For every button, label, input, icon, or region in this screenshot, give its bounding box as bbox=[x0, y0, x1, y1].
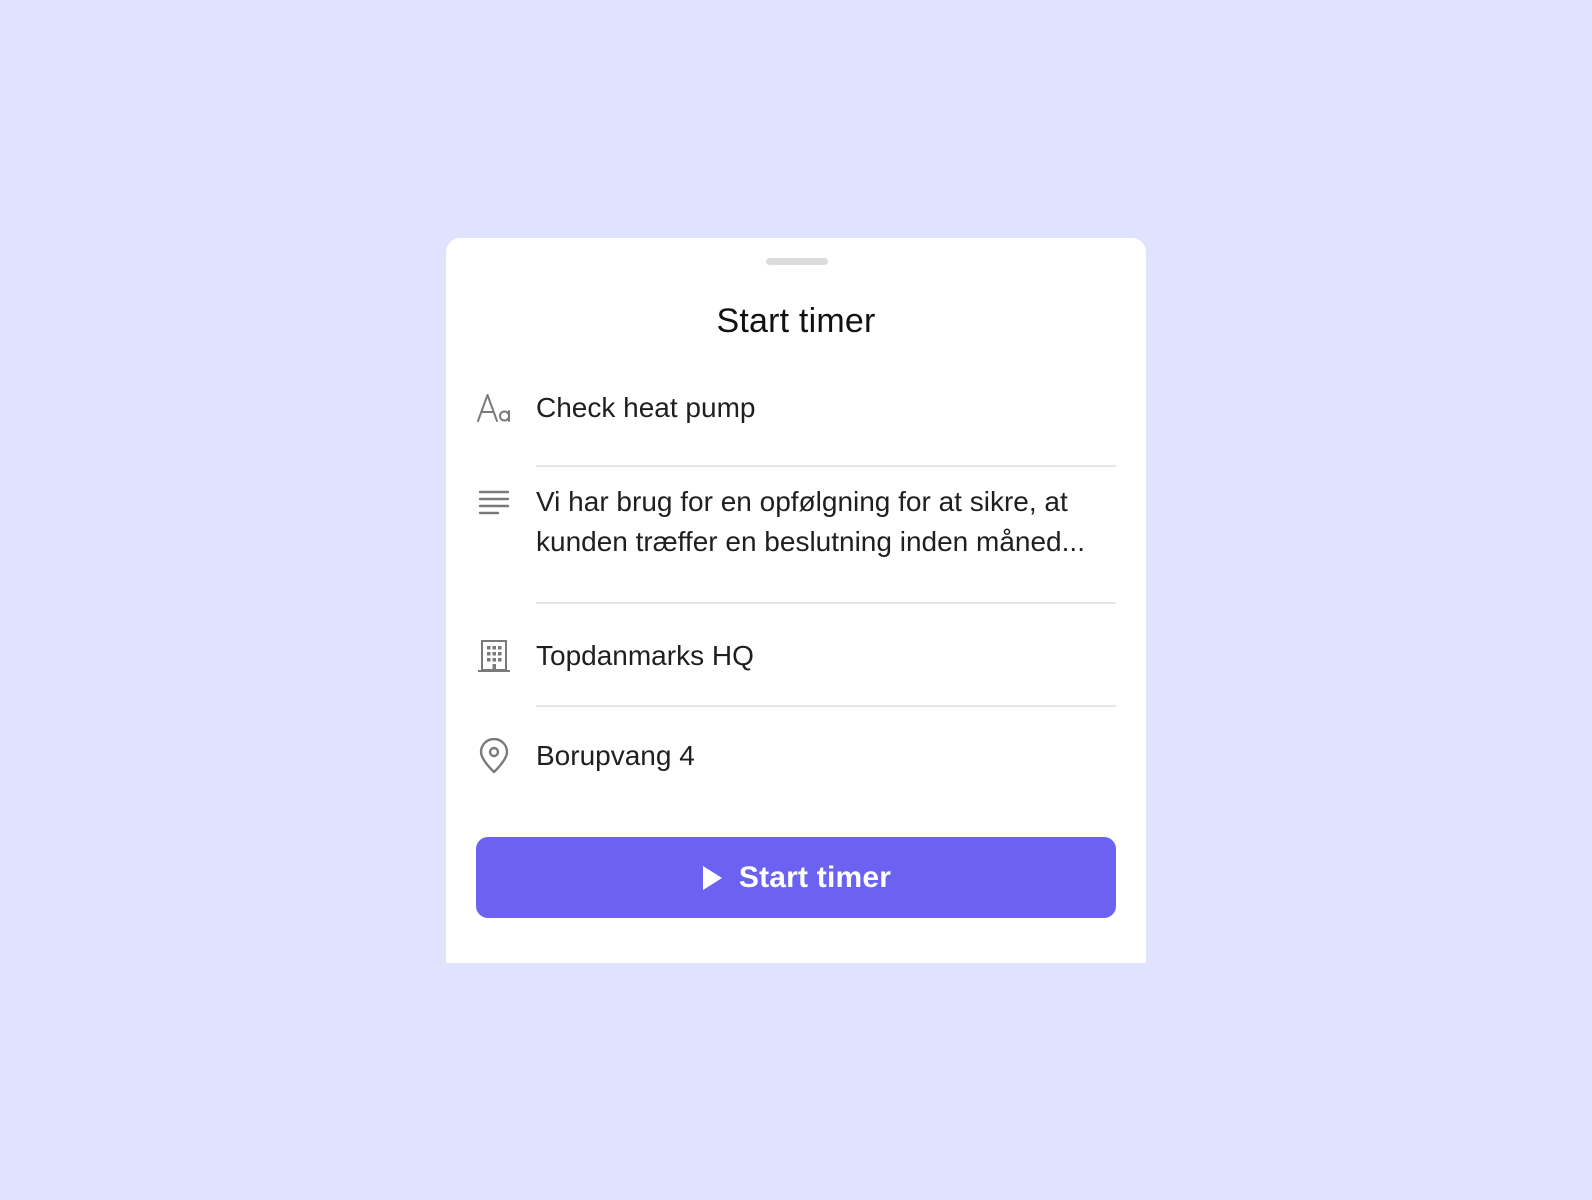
text-format-icon bbox=[476, 390, 512, 426]
location-pin-icon bbox=[476, 738, 512, 774]
description-field[interactable]: Vi har brug for en opfølgning for at sik… bbox=[536, 482, 1116, 562]
align-left-icon bbox=[476, 486, 512, 522]
building-icon bbox=[476, 638, 512, 674]
play-icon bbox=[702, 865, 722, 890]
name-row[interactable]: Check heat pump bbox=[446, 384, 1146, 474]
divider bbox=[536, 602, 1116, 604]
start-timer-button[interactable]: Start timer bbox=[476, 837, 1116, 918]
address-row[interactable]: Borupvang 4 bbox=[446, 724, 1146, 804]
start-timer-sheet: Start timer Check heat pump Vi har brug … bbox=[446, 238, 1146, 963]
company-field[interactable]: Topdanmarks HQ bbox=[536, 636, 1116, 676]
address-field[interactable]: Borupvang 4 bbox=[536, 736, 1116, 776]
sheet-title: Start timer bbox=[716, 302, 876, 340]
start-timer-label: Start timer bbox=[738, 860, 892, 894]
drag-handle[interactable] bbox=[766, 258, 828, 265]
description-row[interactable]: Vi har brug for en opfølgning for at sik… bbox=[446, 486, 1146, 626]
divider bbox=[536, 465, 1116, 467]
divider bbox=[536, 705, 1116, 707]
company-row[interactable]: Topdanmarks HQ bbox=[446, 622, 1146, 712]
name-field[interactable]: Check heat pump bbox=[536, 388, 1116, 428]
